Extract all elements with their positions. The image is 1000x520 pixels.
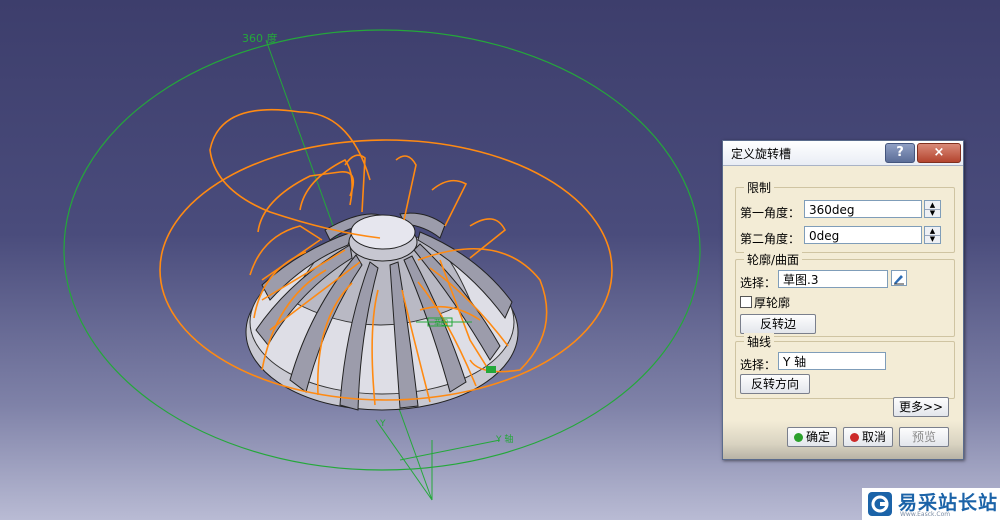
second-angle-field[interactable]: 0deg: [804, 226, 922, 244]
preview-button[interactable]: 预览: [899, 427, 949, 447]
axis-line-3: [375, 419, 433, 501]
limits-group-title: 限制: [744, 179, 775, 196]
dialog-titlebar[interactable]: 定义旋转槽 ? ×: [723, 141, 963, 166]
spinner-down-icon[interactable]: ▼: [925, 235, 940, 243]
profile-group: 轮廓/曲面 选择： 草图.3 厚轮廓 反转边: [735, 251, 955, 337]
first-angle-label: 第一角度：: [740, 206, 801, 220]
spinner-down-icon[interactable]: ▼: [925, 209, 940, 217]
more-button[interactable]: 更多>>: [893, 397, 949, 417]
reverse-side-button[interactable]: 反转边: [740, 314, 816, 334]
ok-label: 确定: [805, 430, 830, 444]
first-angle-field[interactable]: 360deg: [804, 200, 922, 218]
profile-select-label: 选择：: [740, 276, 777, 290]
watermark-logo-icon: [868, 492, 892, 516]
ok-button[interactable]: 确定: [787, 427, 837, 447]
define-groove-dialog: 定义旋转槽 ? × 限制 第一角度： 360deg ▲ ▼ 第二角度： 0deg…: [722, 140, 964, 460]
second-angle-label: 第二角度：: [740, 232, 801, 246]
axis-group-title: 轴线: [744, 333, 775, 350]
axis-tag-bottom: Y 轴: [495, 433, 513, 445]
thick-profile-checkbox[interactable]: [740, 296, 752, 308]
axis-tag-left: Y: [379, 419, 386, 429]
cancel-button[interactable]: 取消: [843, 427, 893, 447]
axis-select-label: 选择：: [740, 358, 777, 372]
cancel-icon: [849, 433, 859, 442]
thick-profile-label: 厚轮廓: [754, 296, 791, 310]
ok-icon: [793, 433, 803, 442]
sketch-edit-icon[interactable]: [891, 270, 907, 286]
limits-group: 限制 第一角度： 360deg ▲ ▼ 第二角度： 0deg ▲ ▼: [735, 179, 955, 253]
watermark-subtext: Www.Easck.Com: [900, 511, 951, 518]
hub-cap-top: [350, 214, 416, 250]
profile-group-title: 轮廓/曲面: [744, 251, 803, 268]
axis-select-field[interactable]: Y 轴: [778, 352, 886, 370]
axis-line-4: [399, 439, 501, 461]
axis-group: 轴线 选择： Y 轴 反转方向: [735, 333, 955, 399]
second-angle-spinner[interactable]: ▲ ▼: [924, 226, 941, 244]
cancel-label: 取消: [861, 430, 886, 444]
site-watermark: 易采站长站 Www.Easck.Com: [862, 488, 1000, 520]
sketch-tag: 草图: [434, 318, 448, 327]
help-button[interactable]: ?: [885, 143, 915, 163]
close-button[interactable]: ×: [917, 143, 961, 163]
profile-select-field[interactable]: 草图.3: [778, 270, 888, 288]
angle-label: 360 度: [242, 31, 278, 45]
first-angle-spinner[interactable]: ▲ ▼: [924, 200, 941, 218]
reverse-direction-button[interactable]: 反转方向: [740, 374, 810, 394]
dialog-title: 定义旋转槽: [731, 147, 792, 161]
